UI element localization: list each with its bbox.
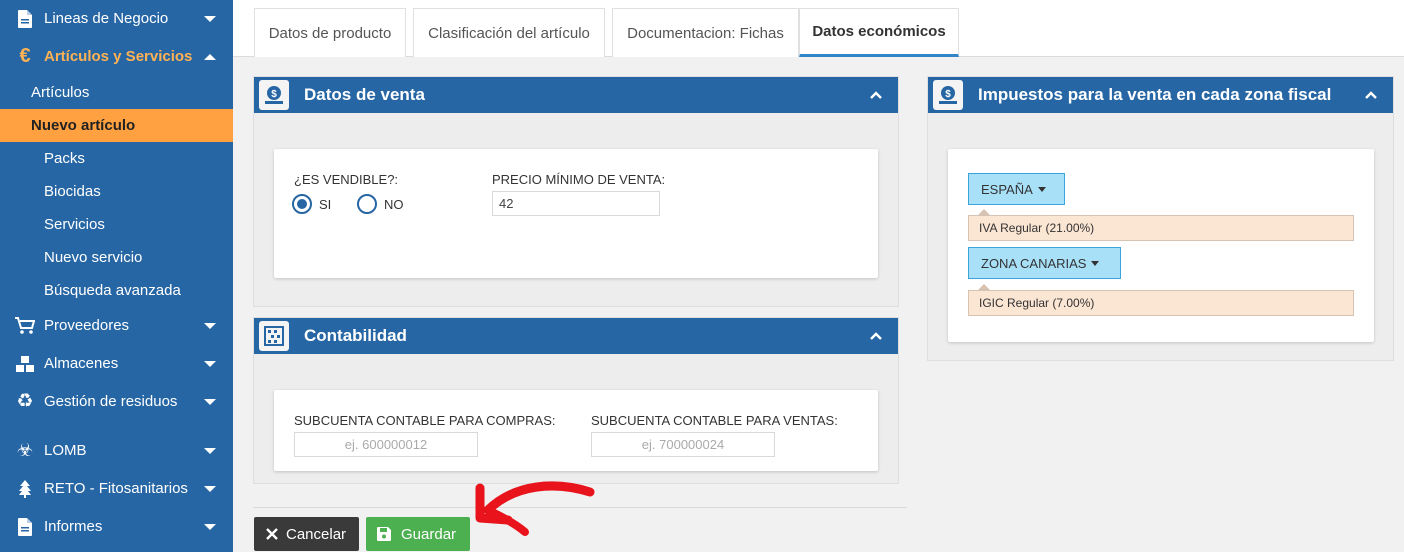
- sidebar-item-almacenes[interactable]: Almacenes: [0, 347, 233, 380]
- sidebar-item-informes[interactable]: Informes: [0, 510, 233, 543]
- sidebar-subitem-biocidas[interactable]: Biocidas: [0, 175, 233, 208]
- svg-text:$: $: [945, 89, 951, 100]
- euro-icon: €: [19, 45, 31, 67]
- save-button[interactable]: Guardar: [366, 517, 470, 551]
- subcuenta-ventas-input[interactable]: [591, 432, 775, 457]
- sidebar-item-proveedores[interactable]: Proveedores: [0, 309, 233, 342]
- chevron-up-icon: [204, 53, 216, 60]
- contabilidad-card: SUBCUENTA CONTABLE PARA COMPRAS: SUBCUEN…: [274, 390, 878, 471]
- subcuenta-compras-input[interactable]: [294, 432, 478, 457]
- panel-header[interactable]: $ Datos de venta: [254, 77, 898, 113]
- tax-canarias: IGIC Regular (7.00%): [968, 290, 1354, 316]
- venta-card: ¿ES VENDIBLE?: SI NO PRECIO MÍNIMO DE VE…: [274, 149, 878, 278]
- collapse-chevron-icon[interactable]: [869, 88, 883, 102]
- subcuenta-compras-label: SUBCUENTA CONTABLE PARA COMPRAS:: [294, 413, 556, 428]
- tax-espana: IVA Regular (21.00%): [968, 215, 1354, 241]
- vendible-no-radio[interactable]: [357, 194, 377, 214]
- sidebar-subitem-packs[interactable]: Packs: [0, 142, 233, 175]
- sidebar-item-reto-fitosanitarios[interactable]: RETO - Fitosanitarios: [0, 472, 233, 505]
- sidebar-subitem-nuevo-articulo[interactable]: Nuevo artículo: [0, 109, 233, 142]
- chevron-down-icon: [204, 398, 216, 405]
- impuestos-card: ESPAÑA IVA Regular (21.00%) ZONA CANARIA…: [948, 149, 1374, 342]
- annotation-arrow-icon: [475, 481, 595, 536]
- chevron-down-icon: [204, 523, 216, 530]
- chevron-down-icon: [204, 322, 216, 329]
- collapse-chevron-icon[interactable]: [869, 329, 883, 343]
- tab-datos-producto[interactable]: Datos de producto: [254, 8, 406, 57]
- subcuenta-ventas-label: SUBCUENTA CONTABLE PARA VENTAS:: [591, 413, 838, 428]
- sidebar-subitem-servicios[interactable]: Servicios: [0, 208, 233, 241]
- cart-icon: [14, 315, 36, 337]
- floppy-disk-icon: [377, 527, 391, 541]
- vendible-si-label: SI: [319, 197, 332, 212]
- tree-icon: [14, 478, 36, 500]
- abacus-icon: [259, 321, 289, 351]
- tab-documentacion-fichas[interactable]: Documentacion: Fichas: [612, 8, 799, 57]
- panel-contabilidad: Contabilidad SUBCUENTA CONTABLE PARA COM…: [253, 317, 899, 484]
- money-bag-icon: $: [259, 80, 289, 110]
- boxes-icon: [14, 353, 36, 375]
- report-icon: [14, 516, 36, 538]
- chevron-down-icon: [204, 15, 216, 22]
- sidebar: Lineas de Negocio € Artículos y Servicio…: [0, 0, 233, 552]
- panel-header[interactable]: Contabilidad: [254, 318, 898, 354]
- chevron-down-icon: [204, 485, 216, 492]
- panel-header[interactable]: $ Impuestos para la venta en cada zona f…: [928, 77, 1393, 113]
- chevron-down-icon: [204, 360, 216, 367]
- precio-minimo-label: PRECIO MÍNIMO DE VENTA:: [492, 172, 666, 187]
- caret-down-icon: [1037, 186, 1046, 192]
- sidebar-item-articulos-servicios[interactable]: € Artículos y Servicios: [0, 40, 233, 73]
- recycle-icon: ♻: [16, 391, 34, 412]
- panel-datos-venta: $ Datos de venta ¿ES VENDIBLE?: SI NO PR…: [253, 76, 899, 307]
- sidebar-subitem-nuevo-servicio[interactable]: Nuevo servicio: [0, 241, 233, 274]
- document-icon: [14, 8, 36, 30]
- vendible-no-label: NO: [384, 197, 404, 212]
- panel-impuestos: $ Impuestos para la venta en cada zona f…: [927, 76, 1394, 361]
- vendible-si-radio[interactable]: [292, 194, 312, 214]
- sidebar-item-lineas-negocio[interactable]: Lineas de Negocio: [0, 2, 233, 35]
- biohazard-icon: ☣: [16, 440, 34, 460]
- vendible-label: ¿ES VENDIBLE?:: [294, 172, 399, 187]
- cancel-button[interactable]: Cancelar: [254, 517, 359, 551]
- tab-datos-economicos[interactable]: Datos económicos: [799, 8, 959, 57]
- caret-down-icon: [1091, 260, 1100, 266]
- zone-dropdown-canarias[interactable]: ZONA CANARIAS: [968, 247, 1121, 279]
- svg-text:$: $: [271, 89, 277, 100]
- money-bag-icon: $: [933, 80, 963, 110]
- collapse-chevron-icon[interactable]: [1364, 88, 1378, 102]
- sidebar-subitem-busqueda-avanzada[interactable]: Búsqueda avanzada: [0, 274, 233, 307]
- tab-bar: Datos de producto Clasificación del artí…: [233, 0, 1404, 57]
- tab-clasificacion-articulo[interactable]: Clasificación del artículo: [413, 8, 605, 57]
- sidebar-subitem-articulos[interactable]: Artículos: [0, 76, 233, 109]
- sidebar-item-lomb[interactable]: ☣ LOMB: [0, 434, 233, 467]
- chevron-down-icon: [204, 447, 216, 454]
- precio-minimo-input[interactable]: [492, 191, 660, 216]
- close-icon: [266, 528, 278, 540]
- sidebar-item-gestion-residuos[interactable]: ♻ Gestión de residuos: [0, 385, 233, 418]
- zone-dropdown-espana[interactable]: ESPAÑA: [968, 173, 1065, 205]
